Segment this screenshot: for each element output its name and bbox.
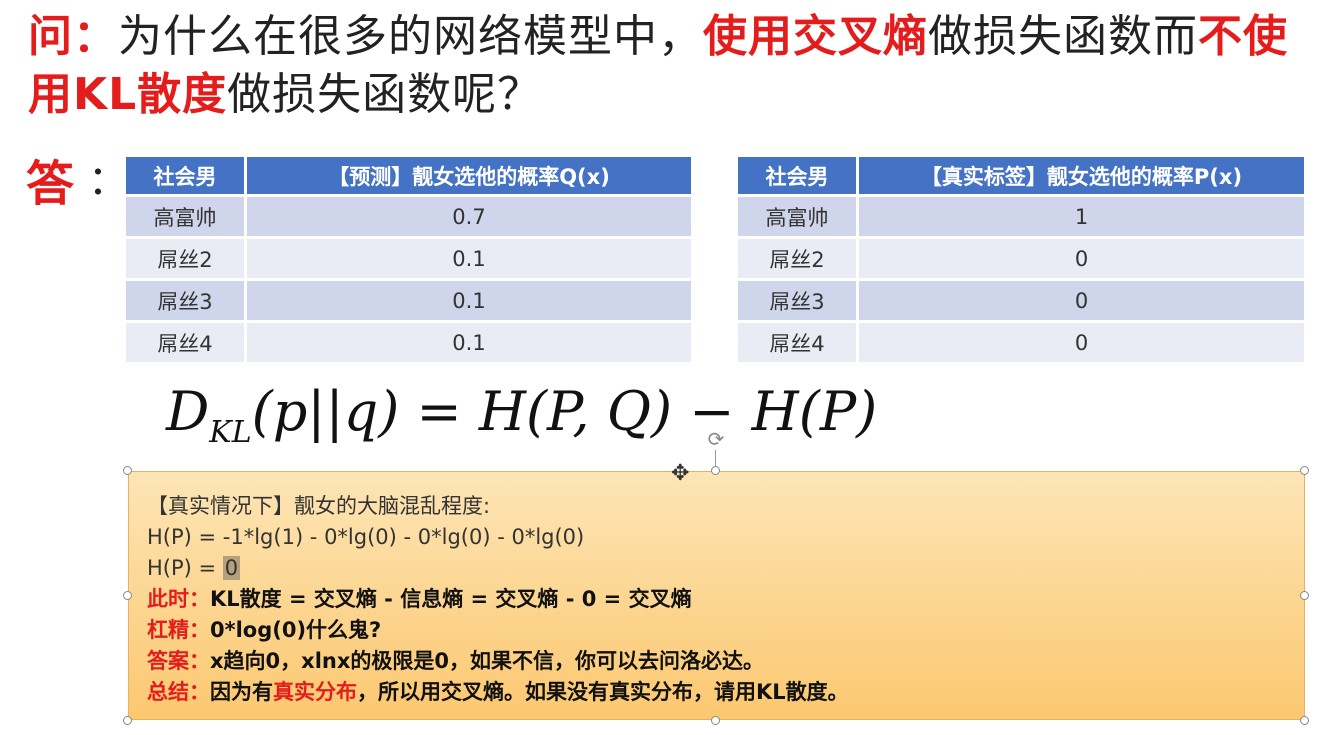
- line-text: 因为有: [210, 680, 273, 704]
- question-text: 问：为什么在很多的网络模型中，使用交叉熵做损失函数而不使用KL散度做损失函数呢？: [28, 8, 1318, 124]
- answer-colon: ：: [88, 158, 128, 204]
- formula-rest: (p||q) = H(P, Q) − H(P): [251, 380, 878, 443]
- explanation-textbox[interactable]: 【真实情况下】靓女的大脑混乱程度: H(P) = -1*lg(1) - 0*lg…: [128, 471, 1305, 720]
- table-cell: 高富帅: [738, 197, 859, 239]
- textbox-line: H(P) = 0: [147, 553, 849, 584]
- resize-handle[interactable]: [711, 716, 720, 725]
- table-row: 屌丝3 0: [738, 281, 1304, 323]
- resize-handle[interactable]: [123, 591, 132, 600]
- hp-prefix: H(P) =: [147, 556, 223, 580]
- table-cell: 屌丝2: [126, 239, 247, 281]
- table-row: 屌丝4 0: [738, 323, 1304, 365]
- line-text: 0*log(0)什么鬼?: [210, 618, 382, 642]
- table-row: 高富帅 0.7: [126, 197, 691, 239]
- question-part1: 为什么在很多的网络模型中，: [118, 11, 703, 62]
- table-cell: 屌丝4: [738, 323, 859, 365]
- table-row: 屌丝2 0.1: [126, 239, 691, 281]
- question-part3: 做损失函数呢？: [227, 69, 543, 120]
- line-text: ，所以用交叉熵。如果没有真实分布，请用KL散度。: [357, 680, 849, 704]
- table-header: 【真实标签】靓女选他的概率P(x): [859, 157, 1304, 197]
- resize-handle[interactable]: [1300, 466, 1309, 475]
- table-cell: 屌丝3: [126, 281, 247, 323]
- move-cursor-icon: ✥: [671, 461, 690, 486]
- table-header: 社会男: [126, 157, 247, 197]
- kl-formula: DKL(p||q) = H(P, Q) − H(P): [166, 380, 877, 450]
- table-cell: 0: [859, 323, 1304, 365]
- table-cell: 0: [859, 281, 1304, 323]
- table-row: 屌丝4 0.1: [126, 323, 691, 365]
- table-cell: 屌丝2: [738, 239, 859, 281]
- textbox-line: 此时：KL散度 = 交叉熵 - 信息熵 = 交叉熵 - 0 = 交叉熵: [147, 584, 849, 615]
- question-part2: 做损失函数而: [928, 11, 1198, 62]
- true-label-table: 社会男 【真实标签】靓女选他的概率P(x) 高富帅 1 屌丝2 0 屌丝3 0 …: [738, 157, 1304, 365]
- table-cell: 0.1: [247, 239, 691, 281]
- table-cell: 屌丝4: [126, 323, 247, 365]
- table-cell: 0.1: [247, 323, 691, 365]
- line-text-red: 真实分布: [273, 680, 357, 704]
- textbox-line: 总结：因为有真实分布，所以用交叉熵。如果没有真实分布，请用KL散度。: [147, 677, 849, 708]
- hp-value-selected: 0: [222, 556, 241, 580]
- resize-handle[interactable]: [123, 466, 132, 475]
- question-highlight-cross-entropy: 使用交叉熵: [703, 11, 928, 62]
- table-cell: 高富帅: [126, 197, 247, 239]
- answer-label: 答: [26, 156, 75, 212]
- textbox-line: 杠精：0*log(0)什么鬼?: [147, 615, 849, 646]
- line-label: 答案：: [147, 649, 210, 673]
- line-label: 此时：: [147, 587, 210, 611]
- resize-handle[interactable]: [123, 716, 132, 725]
- formula-d: D: [166, 380, 210, 443]
- table-cell: 0.7: [247, 197, 691, 239]
- question-label: 问：: [28, 11, 118, 62]
- table-row: 高富帅 1: [738, 197, 1304, 239]
- textbox-content: 【真实情况下】靓女的大脑混乱程度: H(P) = -1*lg(1) - 0*lg…: [147, 491, 849, 708]
- table-cell: 0.1: [247, 281, 691, 323]
- resize-handle[interactable]: [711, 466, 720, 475]
- textbox-line: 答案：x趋向0，xlnx的极限是0，如果不信，你可以去问洛必达。: [147, 646, 849, 677]
- prediction-table: 社会男 【预测】靓女选他的概率Q(x) 高富帅 0.7 屌丝2 0.1 屌丝3 …: [126, 157, 691, 365]
- line-label: 总结：: [147, 680, 210, 704]
- table-cell: 屌丝3: [738, 281, 859, 323]
- table-cell: 1: [859, 197, 1304, 239]
- table-row: 屌丝2 0: [738, 239, 1304, 281]
- table-row: 屌丝3 0.1: [126, 281, 691, 323]
- resize-handle[interactable]: [1300, 591, 1309, 600]
- resize-handle[interactable]: [1300, 716, 1309, 725]
- line-text: KL散度 = 交叉熵 - 信息熵 = 交叉熵 - 0 = 交叉熵: [210, 587, 692, 611]
- textbox-line: 【真实情况下】靓女的大脑混乱程度:: [147, 494, 491, 518]
- formula-subscript: KL: [209, 415, 252, 450]
- table-header: 社会男: [738, 157, 859, 197]
- table-header: 【预测】靓女选他的概率Q(x): [247, 157, 691, 197]
- line-text: x趋向0，xlnx的极限是0，如果不信，你可以去问洛必达。: [210, 649, 765, 673]
- textbox-line: H(P) = -1*lg(1) - 0*lg(0) - 0*lg(0) - 0*…: [147, 525, 585, 549]
- rotate-handle-icon[interactable]: ⟳: [705, 428, 727, 450]
- table-cell: 0: [859, 239, 1304, 281]
- line-label: 杠精：: [147, 618, 210, 642]
